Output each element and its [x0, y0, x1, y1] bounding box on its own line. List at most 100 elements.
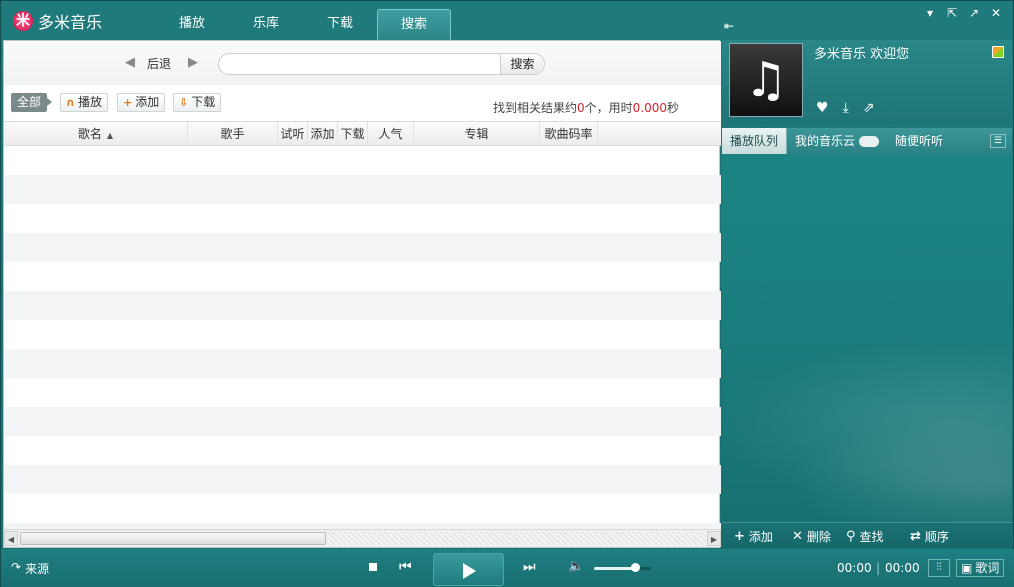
- download-icon[interactable]: ⤓: [843, 100, 849, 116]
- main-tabs: 播放 乐库 下载 搜索: [155, 9, 451, 41]
- tab-music-cloud-label: 我的音乐云: [795, 134, 856, 148]
- download-button[interactable]: ⇩ 下载: [173, 93, 222, 112]
- app-logo: 米 多米音乐: [13, 9, 102, 33]
- next-icon: ⏭: [523, 559, 536, 575]
- title-bar: 米 多米音乐 播放 乐库 下载 搜索 ⇤ ▾ ⇱ ↗ ✕: [1, 1, 1014, 41]
- volume-slider[interactable]: [594, 563, 651, 572]
- queue-add-label: 添加: [748, 530, 773, 544]
- app-window: 米 多米音乐 播放 乐库 下载 搜索 ⇤ ▾ ⇱ ↗ ✕ ◀ 后退 ▶ 搜索 全…: [0, 0, 1014, 587]
- back-arrow-icon[interactable]: ◀: [125, 55, 135, 70]
- plus-icon: +: [734, 529, 745, 544]
- table-row: [4, 378, 721, 407]
- back-button[interactable]: 后退: [147, 55, 171, 72]
- tab-random-listen[interactable]: 随便听听: [887, 128, 951, 154]
- play-icon: [463, 563, 476, 579]
- play-button[interactable]: [433, 553, 504, 586]
- skin-icon[interactable]: [992, 46, 1004, 58]
- stop-icon: [369, 563, 377, 571]
- download-button-label: 下载: [191, 95, 216, 109]
- time-elapsed: 00:00: [837, 561, 872, 575]
- column-artist[interactable]: 歌手: [188, 122, 278, 146]
- scroll-thumb[interactable]: [20, 532, 326, 545]
- result-seconds: 0.000: [632, 101, 667, 115]
- table-row: [4, 407, 721, 436]
- scroll-left-icon[interactable]: ◀: [4, 531, 18, 546]
- queue-action-bar: + 添加 ✕ 删除 ⚲ 查找 ⇄ 顺序: [722, 522, 1012, 548]
- tab-play[interactable]: 播放: [155, 9, 229, 41]
- table-row: [4, 494, 721, 523]
- player-bar: ↷ 来源 ⏮ ⏭ 🔈 00:00 | 00:00 ⫶⫶ ▣ 歌词: [1, 549, 1014, 587]
- column-album[interactable]: 专辑: [414, 122, 540, 146]
- equalizer-button[interactable]: ⫶⫶: [928, 559, 950, 577]
- scroll-right-icon[interactable]: ▶: [707, 531, 721, 546]
- table-row: [4, 291, 721, 320]
- mini-mode-icon[interactable]: ⇤: [724, 19, 738, 33]
- result-count: 0: [576, 101, 585, 115]
- next-button[interactable]: ⏭: [523, 559, 536, 575]
- now-playing-panel: ♫ 多米音乐 欢迎您 ♥ ⤓ ⇗: [722, 40, 1012, 124]
- search-button[interactable]: 搜索: [500, 54, 544, 74]
- right-panel: ♫ 多米音乐 欢迎您 ♥ ⤓ ⇗ 播放队列 我的音乐云 随便听听 ☰ +添加: [722, 40, 1012, 548]
- download-icon: ⇩: [179, 96, 189, 109]
- app-title: 多米音乐: [38, 13, 103, 32]
- search-icon: ⚲: [846, 529, 856, 544]
- table-row: [4, 262, 721, 291]
- source-button[interactable]: ↷ 来源: [11, 560, 49, 577]
- results-table-header: 歌名 ▲ 歌手 试听 添加 下载 人气 专辑 歌曲码率: [4, 121, 721, 146]
- play-button[interactable]: ∩ 播放: [60, 93, 108, 112]
- table-row: [4, 465, 721, 494]
- lyrics-button[interactable]: ▣ 歌词: [956, 559, 1005, 577]
- table-row: [4, 320, 721, 349]
- column-song-name[interactable]: 歌名 ▲: [4, 122, 188, 146]
- stop-button[interactable]: [367, 561, 379, 573]
- list-view-icon[interactable]: ☰: [990, 134, 1006, 148]
- column-bitrate[interactable]: 歌曲码率: [540, 122, 598, 146]
- table-row: [4, 146, 721, 175]
- column-download[interactable]: 下载: [338, 122, 368, 146]
- volume-fill: [594, 567, 636, 570]
- results-table-body: [4, 146, 721, 530]
- tab-play-queue[interactable]: 播放队列: [722, 128, 788, 154]
- play-button-label: 播放: [77, 95, 102, 109]
- album-cover[interactable]: ♫: [729, 43, 803, 117]
- logo-icon: 米: [13, 11, 33, 31]
- queue-delete-button[interactable]: ✕ 删除: [792, 528, 831, 545]
- forward-arrow-icon[interactable]: ▶: [188, 55, 198, 70]
- tab-search[interactable]: 搜索: [377, 9, 451, 41]
- maximize-icon[interactable]: ↗: [967, 6, 981, 20]
- welcome-text: 多米音乐 欢迎您: [814, 47, 910, 62]
- queue-add-button[interactable]: + 添加: [734, 528, 773, 545]
- share-icon[interactable]: ⇗: [863, 100, 875, 116]
- headphones-icon: ∩: [66, 96, 75, 109]
- search-input[interactable]: [219, 54, 500, 74]
- lyrics-icon: ▣: [961, 561, 973, 575]
- queue-delete-label: 删除: [806, 530, 831, 544]
- table-row: [4, 204, 721, 233]
- source-icon: ↷: [11, 560, 22, 574]
- queue-order-button[interactable]: ⇄ 顺序: [910, 528, 949, 545]
- menu-dropdown-icon[interactable]: ▾: [923, 6, 937, 20]
- lyrics-label: 歌词: [975, 561, 1000, 575]
- column-popularity[interactable]: 人气: [368, 122, 414, 146]
- order-icon: ⇄: [910, 529, 921, 544]
- tab-library[interactable]: 乐库: [229, 9, 303, 41]
- queue-find-button[interactable]: ⚲ 查找: [846, 528, 884, 545]
- filter-all-button[interactable]: 全部: [11, 93, 53, 112]
- scroll-track[interactable]: [328, 532, 705, 545]
- search-box: 搜索: [218, 53, 545, 75]
- column-add[interactable]: 添加: [308, 122, 338, 146]
- close-icon[interactable]: ✕: [989, 6, 1003, 20]
- tab-music-cloud[interactable]: 我的音乐云: [787, 128, 887, 154]
- heart-icon[interactable]: ♥: [816, 100, 829, 116]
- add-button[interactable]: + 添加: [117, 93, 166, 112]
- column-preview[interactable]: 试听: [278, 122, 308, 146]
- horizontal-scrollbar[interactable]: ◀ ▶: [4, 529, 721, 547]
- now-playing-actions: ♥ ⤓ ⇗: [816, 100, 875, 116]
- source-label: 来源: [25, 562, 50, 576]
- volume-knob[interactable]: [631, 563, 641, 572]
- volume-button[interactable]: 🔈: [568, 559, 584, 574]
- previous-button[interactable]: ⏮: [399, 559, 412, 575]
- tab-download[interactable]: 下载: [303, 9, 377, 41]
- right-tabs: 播放队列 我的音乐云 随便听听 ☰: [722, 128, 1012, 154]
- restore-icon[interactable]: ⇱: [945, 6, 959, 20]
